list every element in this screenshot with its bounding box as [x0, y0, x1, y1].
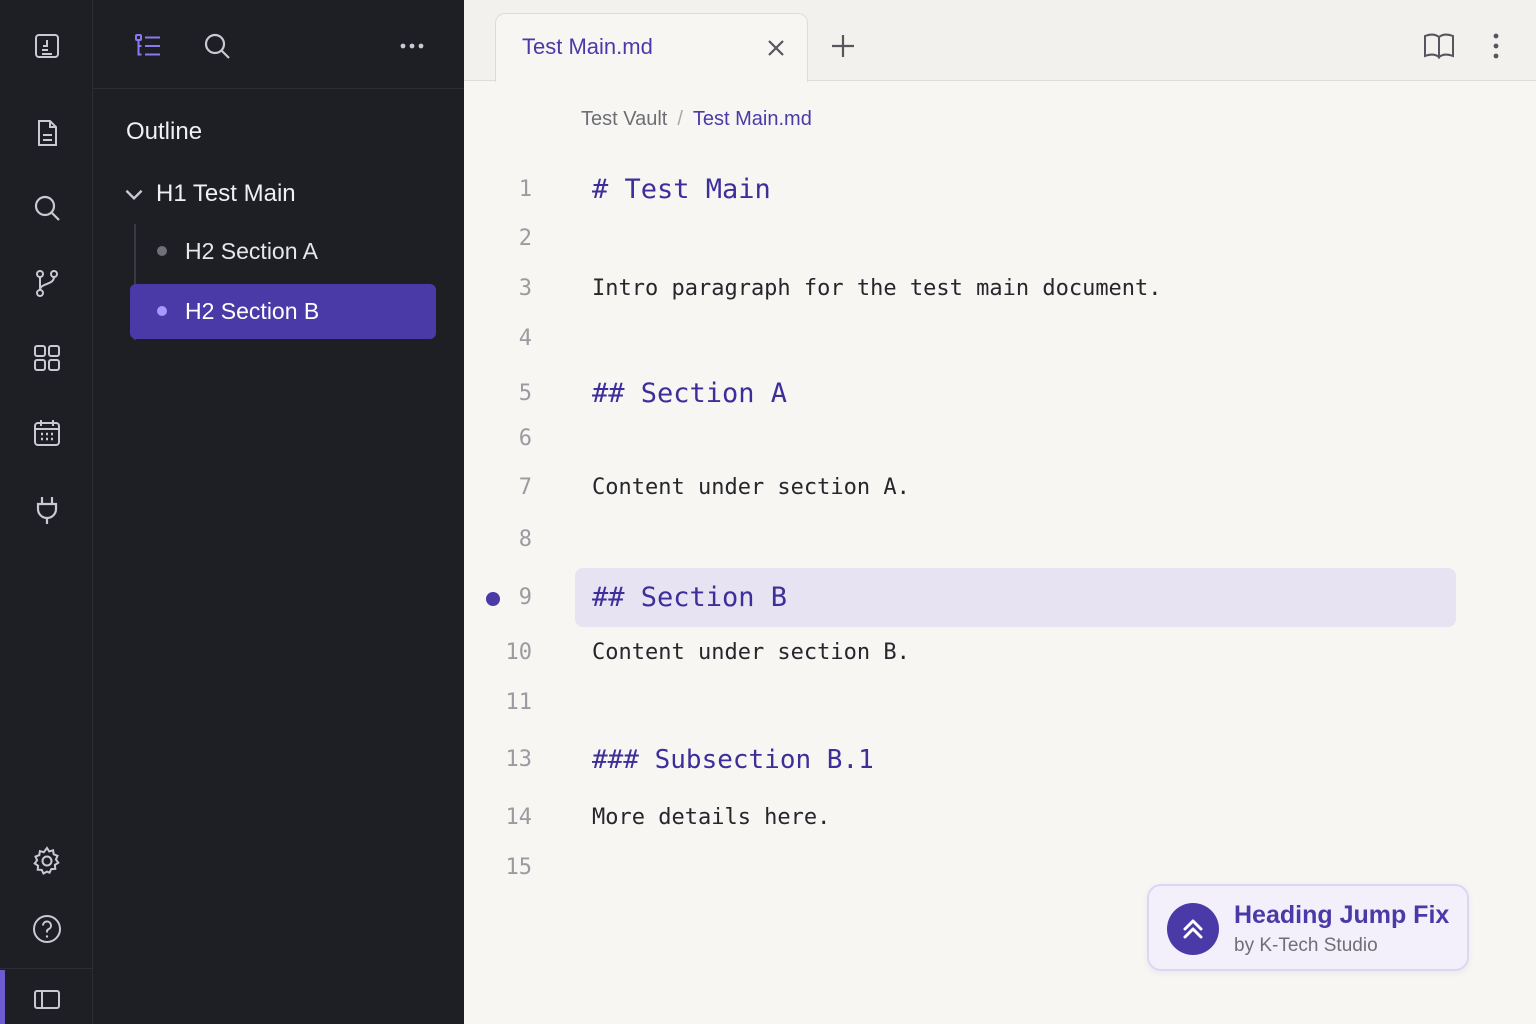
- line-number: 4: [518, 326, 532, 351]
- close-icon[interactable]: [760, 32, 792, 64]
- gear-icon[interactable]: [26, 840, 68, 882]
- editor-line[interactable]: 7 Content under section A.: [464, 463, 1536, 513]
- line-number: 3: [518, 276, 532, 301]
- help-icon[interactable]: [26, 908, 68, 950]
- line-number: 11: [505, 690, 533, 715]
- new-tab-plus-icon[interactable]: [826, 29, 860, 63]
- line-number: 8: [518, 527, 532, 552]
- bullet-icon: [157, 306, 167, 316]
- editor-line[interactable]: 8: [464, 515, 1536, 565]
- reading-view-book-icon[interactable]: [1419, 26, 1459, 66]
- left-ribbon: [0, 0, 93, 1024]
- search-icon[interactable]: [197, 26, 237, 66]
- line-text[interactable]: ### Subsection B.1: [592, 735, 874, 785]
- tab-bar: Test Main.md: [464, 0, 1536, 82]
- outline-item-section-b[interactable]: H2 Section B: [130, 284, 436, 339]
- breadcrumb: Test Vault / Test Main.md: [581, 108, 812, 131]
- line-number: 1: [518, 177, 532, 202]
- editor-line[interactable]: 14 More details here.: [464, 793, 1536, 843]
- line-number: 14: [505, 805, 533, 830]
- badge-title: Heading Jump Fix: [1234, 901, 1450, 929]
- editor-line[interactable]: 4: [464, 314, 1536, 364]
- breadcrumb-file[interactable]: Test Main.md: [693, 108, 812, 131]
- outline-item-label: H2 Section B: [185, 298, 320, 324]
- line-text[interactable]: Content under section A.: [592, 463, 910, 513]
- editor-line[interactable]: 11: [464, 678, 1536, 728]
- editor-line[interactable]: 5 ## Section A: [464, 369, 1536, 419]
- line-number: 7: [518, 475, 532, 500]
- chevron-down-icon[interactable]: [121, 181, 147, 207]
- outline-item-label: H2 Section A: [185, 238, 318, 264]
- line-number: 2: [518, 226, 532, 251]
- outline-item-label: H1 Test Main: [156, 180, 296, 207]
- editor-line[interactable]: 6: [464, 414, 1536, 464]
- line-text[interactable]: Intro paragraph for the test main docume…: [592, 264, 1162, 314]
- outline-item-section-a[interactable]: H2 Section A: [130, 224, 436, 279]
- editor-line[interactable]: 9 ## Section B: [464, 573, 1536, 623]
- side-panel-toolbar: [93, 0, 464, 89]
- grid-icon[interactable]: [26, 337, 68, 379]
- panel-title: Outline: [126, 118, 203, 145]
- line-number: 13: [505, 747, 533, 772]
- tab-test-main[interactable]: Test Main.md: [495, 13, 808, 82]
- plugin-badge[interactable]: Heading Jump Fix by K-Tech Studio: [1147, 884, 1469, 971]
- search-icon[interactable]: [26, 187, 68, 229]
- editor-line[interactable]: 1 # Test Main: [464, 165, 1536, 215]
- editor-line[interactable]: 10 Content under section B.: [464, 628, 1536, 678]
- line-number: 9: [518, 585, 532, 610]
- editor-area: Test Main.md Test Vault / Test Main.md 1…: [464, 0, 1536, 1024]
- line-number: 15: [505, 855, 533, 880]
- file-icon[interactable]: [26, 112, 68, 154]
- plug-icon[interactable]: [26, 489, 68, 531]
- sidebar-toggle-icon[interactable]: [26, 978, 68, 1020]
- graph-branch-icon[interactable]: [26, 262, 68, 304]
- line-text[interactable]: More details here.: [592, 793, 830, 843]
- badge-subtitle: by K-Tech Studio: [1234, 935, 1378, 956]
- editor-line[interactable]: 3 Intro paragraph for the test main docum…: [464, 264, 1536, 314]
- outline-panel: Outline H1 Test Main H2 Section A H2 Sec…: [93, 0, 464, 1024]
- line-number: 5: [518, 381, 532, 406]
- line-text[interactable]: ## Section A: [592, 369, 787, 419]
- line-text[interactable]: ## Section B: [592, 573, 787, 623]
- line-text[interactable]: # Test Main: [592, 165, 771, 215]
- ribbon-divider: [0, 968, 93, 969]
- vault-switcher-icon[interactable]: [26, 25, 68, 67]
- tab-label: Test Main.md: [522, 34, 653, 59]
- more-vertical-icon[interactable]: [1476, 26, 1516, 66]
- editor-line[interactable]: 2: [464, 214, 1536, 264]
- outline-item-h1[interactable]: H1 Test Main: [121, 174, 441, 214]
- calendar-icon[interactable]: [26, 412, 68, 454]
- ribbon-active-indicator: [0, 970, 5, 1024]
- line-number: 6: [518, 426, 532, 451]
- more-options-icon[interactable]: [392, 26, 432, 66]
- line-number: 10: [505, 640, 533, 665]
- double-chevron-up-icon: [1167, 903, 1219, 955]
- breadcrumb-separator: /: [677, 108, 683, 130]
- breadcrumb-vault[interactable]: Test Vault: [581, 108, 667, 131]
- outline-list-icon[interactable]: [128, 26, 168, 66]
- line-text[interactable]: Content under section B.: [592, 628, 910, 678]
- editor-line[interactable]: 13 ### Subsection B.1: [464, 735, 1536, 785]
- bullet-icon: [157, 246, 167, 256]
